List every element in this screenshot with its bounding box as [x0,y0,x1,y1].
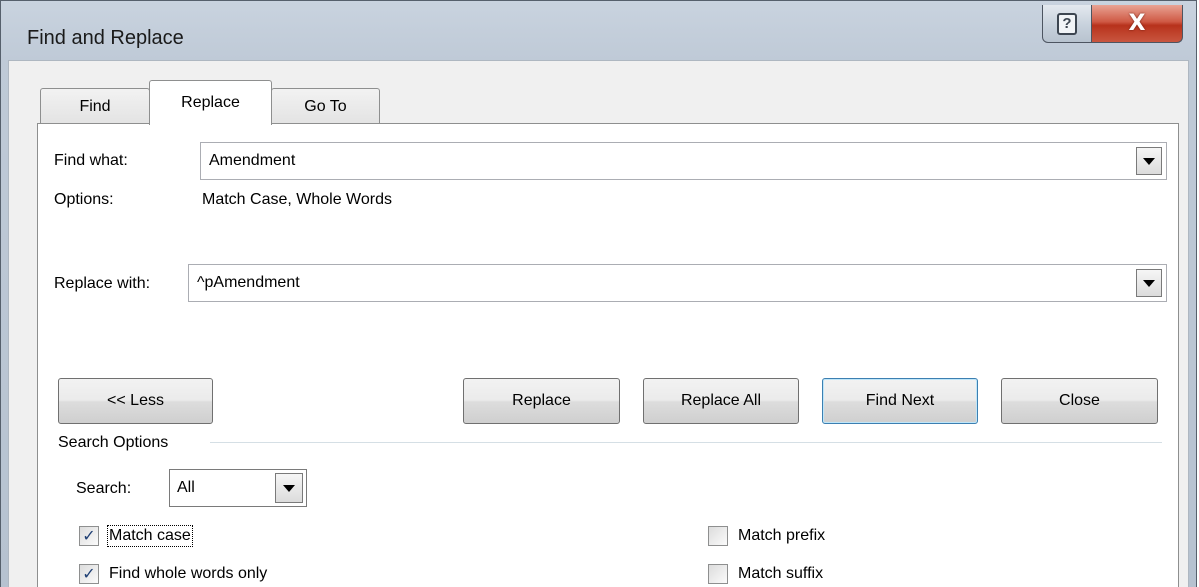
find-what-value: Amendment [209,152,296,169]
close-button[interactable]: Close [1001,378,1158,424]
match-suffix-checkbox[interactable] [708,564,728,584]
tab-find-label: Find [79,97,111,115]
search-direction-select[interactable]: All [169,469,307,507]
match-prefix-label[interactable]: Match prefix [738,527,825,545]
tab-replace[interactable]: Replace [149,80,272,125]
group-divider [210,442,1162,443]
search-direction-dropdown-button[interactable] [275,473,303,503]
check-icon: ✓ [82,564,96,583]
replace-with-dropdown-button[interactable] [1136,269,1162,297]
chevron-down-icon [1143,279,1155,287]
search-direction-label: Search: [76,480,132,497]
replace-all-button[interactable]: Replace All [643,378,799,424]
match-case-label[interactable]: Match case [107,525,193,547]
help-icon: ? [1057,12,1077,35]
find-what-label: Find what: [54,152,128,169]
find-next-button[interactable]: Find Next [822,378,978,424]
check-icon: ✓ [82,526,96,545]
options-label: Options: [54,191,114,208]
whole-words-label[interactable]: Find whole words only [109,565,267,583]
window-close-button[interactable]: X [1091,5,1183,43]
tab-goto[interactable]: Go To [271,88,380,124]
tab-replace-label: Replace [181,94,240,111]
close-icon: X [1128,11,1146,36]
replace-button[interactable]: Replace [463,378,620,424]
match-prefix-checkbox[interactable] [708,526,728,546]
options-value: Match Case, Whole Words [202,191,392,208]
help-button[interactable]: ? [1042,5,1092,43]
match-case-checkbox[interactable]: ✓ [79,526,99,546]
whole-words-checkbox[interactable]: ✓ [79,564,99,584]
find-what-dropdown-button[interactable] [1136,147,1162,175]
replace-with-combobox[interactable]: ^pAmendment [188,264,1167,302]
chevron-down-icon [283,484,295,492]
tab-goto-label: Go To [304,97,347,115]
replace-tab-panel: Find what: Amendment Options: Match Case… [37,123,1179,587]
search-direction-value: All [177,479,195,496]
search-options-group-label: Search Options [58,434,169,451]
replace-with-label: Replace with: [54,275,151,292]
tab-find[interactable]: Find [40,88,150,124]
match-suffix-label[interactable]: Match suffix [738,565,823,583]
find-what-combobox[interactable]: Amendment [200,142,1167,180]
chevron-down-icon [1143,157,1155,165]
replace-with-value: ^pAmendment [197,274,300,291]
window-title: Find and Replace [27,27,184,49]
less-button[interactable]: << Less [58,378,213,424]
